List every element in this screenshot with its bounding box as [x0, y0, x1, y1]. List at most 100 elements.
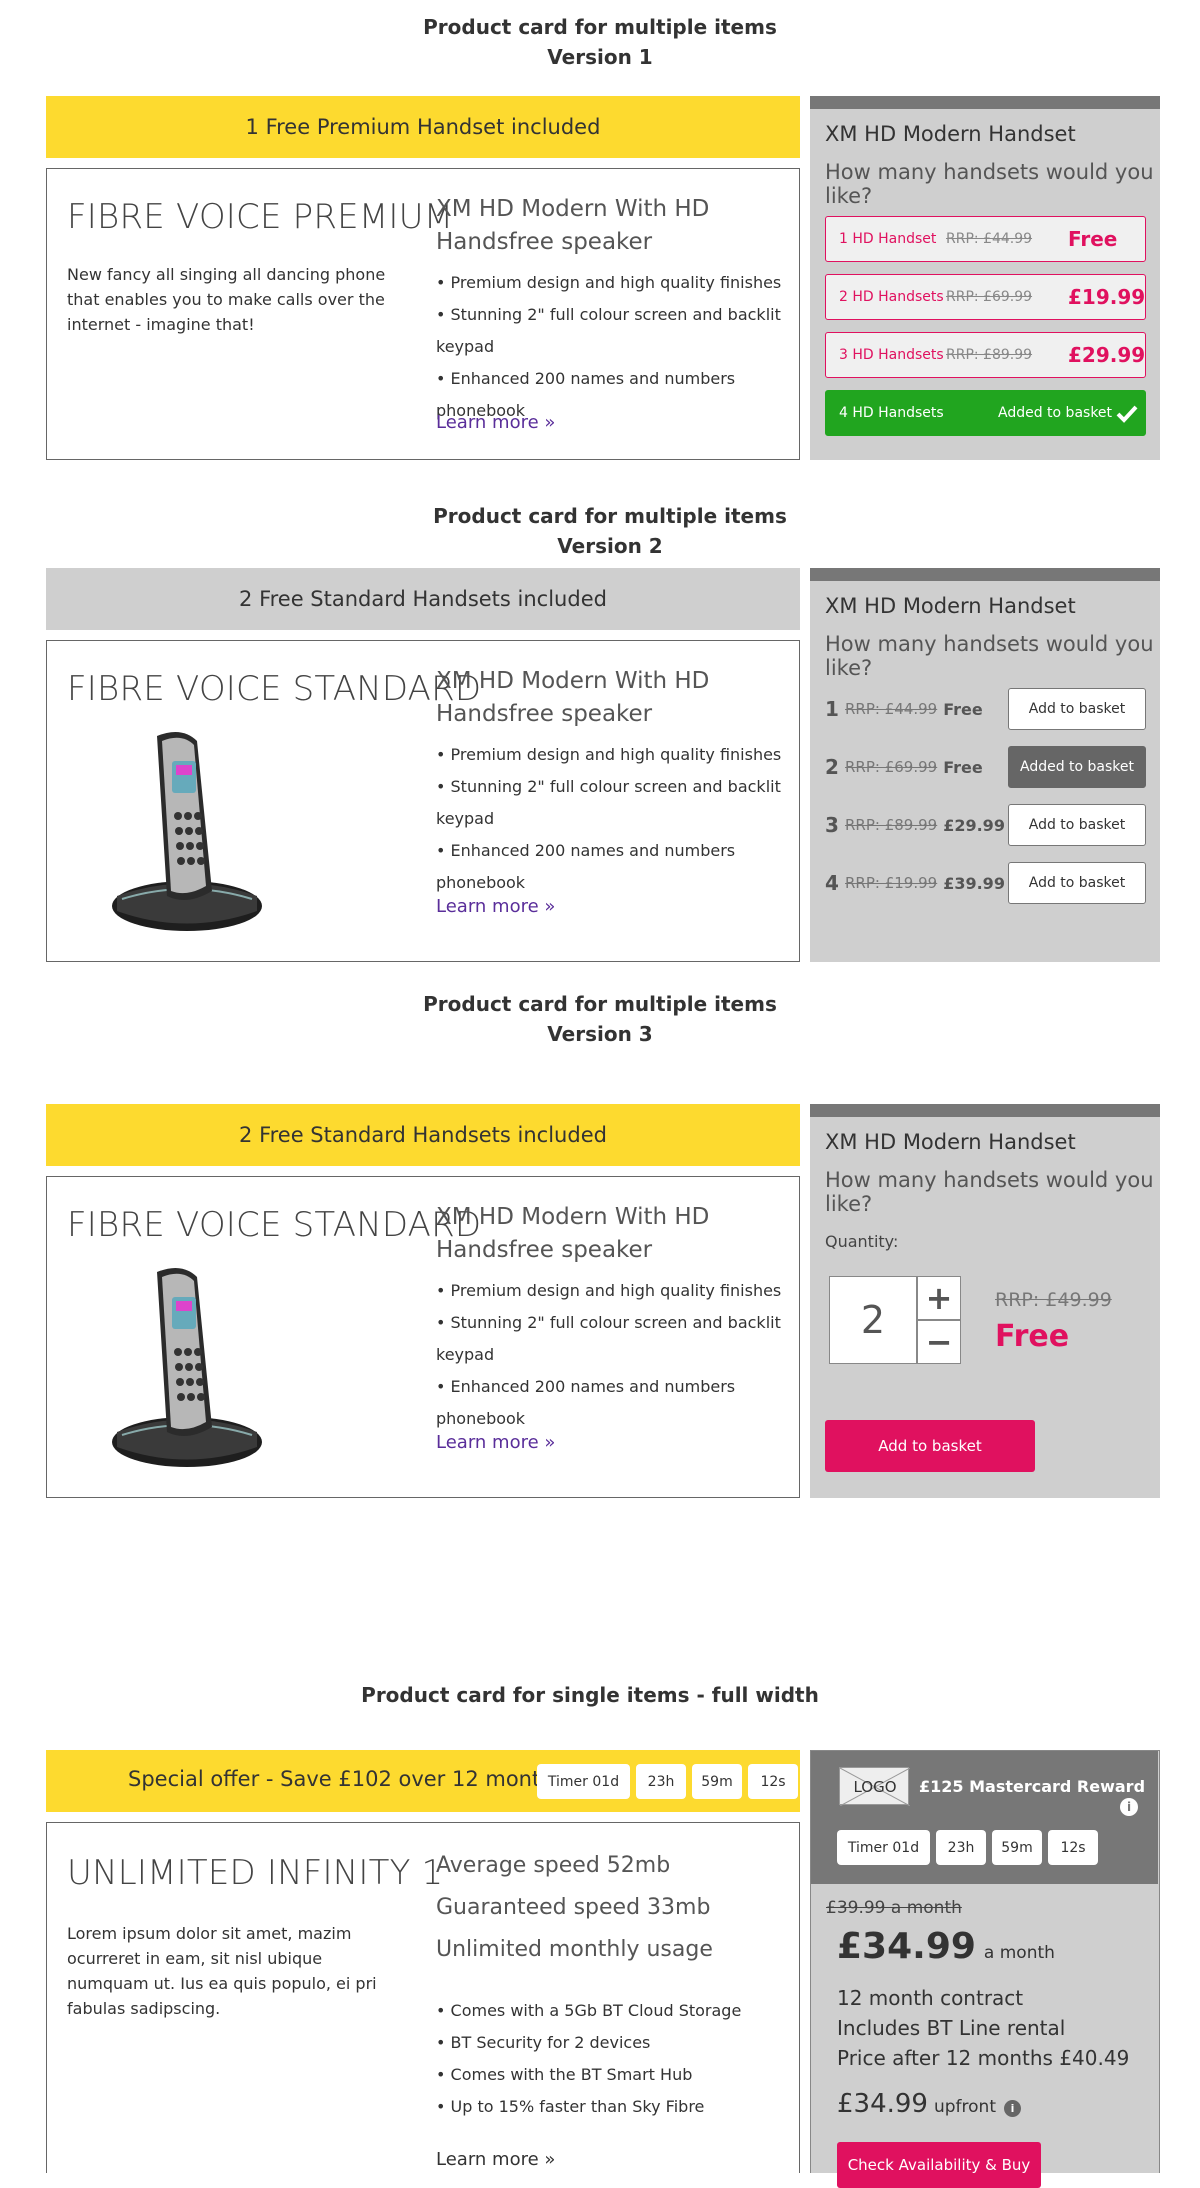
added-status: Added to basket: [998, 405, 1113, 421]
speed-item: Guaranteed speed 33mb: [436, 1895, 711, 1920]
product-title: FIBRE VOICE STANDARD: [67, 1205, 482, 1245]
product-subtitle: XM HD Modern With HD Handsfree speaker: [436, 196, 710, 255]
panel-top-bar: [810, 96, 1160, 109]
panel-question: How many handsets would you like?: [825, 160, 1154, 208]
timer-hours: 23h: [636, 1764, 686, 1799]
product-description: Lorem ipsum dolor sit amet, mazim ocurre…: [67, 1924, 377, 2018]
handset-option-3[interactable]: 3 HD Handsets RRP: £89.99 £29.99: [825, 332, 1146, 378]
offer-text: Special offer - Save £102 over 12 months: [128, 1767, 565, 1791]
timer-seconds: 12s: [1048, 1830, 1098, 1865]
phone-image: [112, 1268, 262, 1467]
feature-list: • Comes with a 5Gb BT Cloud Storage • BT…: [436, 1995, 786, 2123]
added-to-basket-button[interactable]: Added to basket: [1008, 746, 1146, 788]
handset-option-2[interactable]: 2 HD Handsets RRP: £69.99 £19.99: [825, 274, 1146, 320]
quantity-row-1: 1 RRP: £44.99 Free Add to basket: [825, 688, 1146, 730]
old-price: £39.99 a month: [826, 1898, 962, 1918]
rrp-price: RRP: £49.99: [995, 1289, 1112, 1311]
handset-selector-panel: XM HD Modern Handset How many handsets w…: [810, 96, 1160, 460]
reward-header: LOGO £125 Mastercard Reward i Timer 01d …: [811, 1751, 1158, 1884]
logo-placeholder: LOGO: [839, 1767, 910, 1806]
info-icon[interactable]: i: [1004, 2100, 1021, 2117]
feature-item: • BT Security for 2 devices: [436, 2033, 651, 2052]
product-title: FIBRE VOICE STANDARD: [67, 669, 482, 709]
add-to-basket-button[interactable]: Add to basket: [1008, 862, 1146, 904]
timer-hours: 23h: [936, 1830, 986, 1865]
feature-item: • Enhanced 200 names and numbers phonebo…: [436, 1377, 736, 1428]
add-to-basket-button[interactable]: Add to basket: [825, 1420, 1035, 1472]
add-to-basket-button[interactable]: Add to basket: [1008, 688, 1146, 730]
section-heading-single: Product card for single items - full wid…: [361, 1683, 819, 1707]
offer-banner: 1 Free Premium Handset included: [46, 96, 800, 158]
quantity-input[interactable]: 2: [829, 1276, 917, 1364]
add-to-basket-button[interactable]: Add to basket: [1008, 804, 1146, 846]
handset-selector-panel: XM HD Modern Handset How many handsets w…: [810, 1104, 1160, 1498]
panel-question: How many handsets would you like?: [825, 1168, 1154, 1216]
check-availability-button[interactable]: Check Availability & Buy: [837, 2142, 1041, 2188]
feature-item: • Stunning 2" full colour screen and bac…: [436, 1313, 781, 1364]
product-subtitle: XM HD Modern With HD Handsfree speaker: [436, 668, 710, 727]
learn-more-link[interactable]: Learn more »: [436, 412, 555, 433]
speed-list: Average speed 52mb Guaranteed speed 33mb…: [436, 1845, 786, 1971]
timer-days: Timer 01d: [837, 1830, 930, 1865]
product-card-v3: FIBRE VOICE STANDARD XM HD Modern With H…: [46, 1176, 800, 1498]
handset-option-4-selected[interactable]: 4 HD Handsets Added to basket: [825, 390, 1146, 436]
phone-image: [112, 732, 262, 931]
current-price: Free: [995, 1319, 1070, 1354]
panel-title: XM HD Modern Handset: [825, 1130, 1076, 1154]
current-price: £34.99 a month: [837, 1926, 1055, 1967]
quantity-row-2: 2 RRP: £69.99 Free Added to basket: [825, 746, 1146, 788]
handset-option-1[interactable]: 1 HD Handset RRP: £44.99 Free: [825, 216, 1146, 262]
feature-list: • Premium design and high quality finish…: [436, 267, 786, 427]
feature-list: • Premium design and high quality finish…: [436, 1275, 786, 1435]
section-heading-v1: Product card for multiple items Version …: [423, 15, 777, 69]
panel-title: XM HD Modern Handset: [825, 594, 1076, 618]
reward-text: £125 Mastercard Reward: [919, 1777, 1146, 1796]
feature-list: • Premium design and high quality finish…: [436, 739, 786, 899]
panel-question: How many handsets would you like?: [825, 632, 1154, 680]
offer-banner: 2 Free Standard Handsets included: [46, 1104, 800, 1166]
speed-item: Unlimited monthly usage: [436, 1937, 713, 1962]
handset-selector-panel: XM HD Modern Handset How many handsets w…: [810, 568, 1160, 962]
product-card-single: UNLIMITED INFINITY 1 Lorem ipsum dolor s…: [46, 1822, 800, 2173]
product-subtitle: XM HD Modern With HD Handsfree speaker: [436, 1204, 710, 1263]
feature-item: • Comes with a 5Gb BT Cloud Storage: [436, 2001, 742, 2020]
check-icon: [1116, 405, 1138, 423]
quantity-increment-button[interactable]: +: [917, 1276, 961, 1320]
upfront-price: £34.99 upfront i: [837, 2089, 1021, 2119]
section-heading-v3: Product card for multiple items Version …: [423, 992, 777, 1046]
product-description: New fancy all singing all dancing phone …: [67, 265, 386, 334]
product-title: FIBRE VOICE PREMIUM: [67, 197, 454, 237]
feature-item: • Stunning 2" full colour screen and bac…: [436, 305, 781, 356]
speed-item: Average speed 52mb: [436, 1853, 671, 1878]
price-panel: LOGO £125 Mastercard Reward i Timer 01d …: [810, 1750, 1160, 2188]
learn-more-link[interactable]: Learn more »: [436, 2149, 555, 2170]
feature-item: • Premium design and high quality finish…: [436, 1281, 782, 1300]
product-card-v1: FIBRE VOICE PREMIUM New fancy all singin…: [46, 168, 800, 460]
feature-item: • Premium design and high quality finish…: [436, 745, 782, 764]
quantity-row-3: 3 RRP: £89.99 £29.99 Add to basket: [825, 804, 1146, 846]
quantity-label: Quantity:: [825, 1232, 899, 1251]
feature-item: • Stunning 2" full colour screen and bac…: [436, 777, 781, 828]
product-title: UNLIMITED INFINITY 1: [67, 1853, 444, 1893]
section-heading-v2: Product card for multiple items Version …: [433, 504, 787, 558]
quantity-row-4: 4 RRP: £19.99 £39.99 Add to basket: [825, 862, 1146, 904]
special-offer-banner: Special offer - Save £102 over 12 months…: [46, 1750, 800, 1812]
product-card-v2: FIBRE VOICE STANDARD XM HD Modern With H…: [46, 640, 800, 962]
offer-banner: 2 Free Standard Handsets included: [46, 568, 800, 630]
quantity-decrement-button[interactable]: −: [917, 1320, 961, 1364]
feature-item: • Comes with the BT Smart Hub: [436, 2065, 693, 2084]
timer-seconds: 12s: [748, 1764, 798, 1799]
learn-more-link[interactable]: Learn more »: [436, 1432, 555, 1453]
feature-item: • Enhanced 200 names and numbers phonebo…: [436, 841, 736, 892]
info-icon[interactable]: i: [1120, 1798, 1138, 1816]
panel-top-bar: [810, 1104, 1160, 1117]
feature-item: • Premium design and high quality finish…: [436, 273, 782, 292]
timer-minutes: 59m: [992, 1830, 1042, 1865]
panel-title: XM HD Modern Handset: [825, 122, 1076, 146]
panel-top-bar: [810, 568, 1160, 581]
feature-item: • Up to 15% faster than Sky Fibre: [436, 2097, 705, 2116]
timer-days: Timer 01d: [537, 1764, 630, 1799]
contract-details: 12 month contract Includes BT Line renta…: [837, 1986, 1130, 2070]
learn-more-link[interactable]: Learn more »: [436, 896, 555, 917]
timer-minutes: 59m: [692, 1764, 742, 1799]
